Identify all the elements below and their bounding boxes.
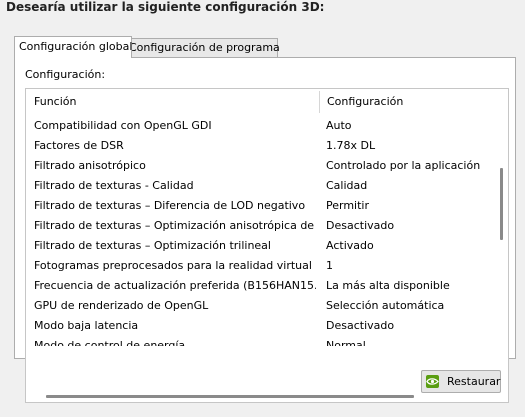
feature-name: Filtrado de texturas – Diferencia de LOD… [34, 199, 306, 212]
feature-name: Modo baja latencia [34, 319, 139, 332]
feature-value[interactable]: Auto [326, 116, 352, 136]
feature-name: Filtrado anisotrópico [34, 159, 146, 172]
feature-value[interactable]: Selección automática [326, 296, 444, 316]
list-item[interactable]: Frecuencia de actualización preferida (B… [26, 276, 496, 296]
list-item[interactable]: GPU de renderizado de OpenGL Selección au… [26, 296, 496, 316]
vertical-scrollbar[interactable] [496, 115, 508, 345]
list-rows: Compatibilidad con OpenGL GDI Auto Factor… [26, 116, 496, 346]
list-item[interactable]: Filtrado de texturas – Diferencia de LOD… [26, 196, 496, 216]
feature-value[interactable]: Desactivado [326, 216, 394, 236]
restore-button[interactable]: Restaurar [421, 370, 501, 393]
feature-name: Filtrado de texturas – Optimización tril… [34, 239, 271, 252]
page-heading: Desearía utilizar la siguiente configura… [6, 0, 325, 14]
nvidia-icon [426, 375, 439, 388]
list-item[interactable]: Filtrado de texturas – Optimización anis… [26, 216, 496, 236]
list-header: Función Configuración [26, 89, 496, 115]
feature-value[interactable]: La más alta disponible [326, 276, 450, 296]
settings-panel: Configuración: Función Configuración Com… [14, 57, 516, 403]
restore-label: Restaurar [447, 375, 501, 388]
horizontal-scroll-thumb[interactable] [46, 395, 414, 398]
feature-name: Filtrado de texturas – Optimización anis… [34, 219, 316, 232]
list-item[interactable]: Fotogramas preprocesados para la realida… [26, 256, 496, 276]
feature-name: GPU de renderizado de OpenGL [34, 299, 209, 312]
feature-value[interactable]: Normal [326, 336, 366, 346]
vertical-scroll-thumb[interactable] [500, 168, 503, 240]
column-header-setting[interactable]: Configuración [327, 89, 403, 115]
feature-value[interactable]: Calidad [326, 176, 367, 196]
list-item[interactable]: Factores de DSR 1.78x DL [26, 136, 496, 156]
feature-name: Filtrado de texturas - Calidad [34, 179, 194, 192]
column-divider[interactable] [319, 91, 320, 113]
list-item[interactable]: Compatibilidad con OpenGL GDI Auto [26, 116, 496, 136]
feature-name: Fotogramas preprocesados para la realida… [34, 259, 312, 272]
feature-value[interactable]: Permitir [326, 196, 369, 216]
list-item[interactable]: Filtrado de texturas – Optimización tril… [26, 236, 496, 256]
feature-name: Modo de control de energía [34, 339, 186, 346]
feature-name: Factores de DSR [34, 139, 124, 152]
column-header-function[interactable]: Función [34, 89, 76, 115]
list-item[interactable]: Modo baja latencia Desactivado [26, 316, 496, 336]
list-item[interactable]: Filtrado de texturas - Calidad Calidad [26, 176, 496, 196]
list-item[interactable]: Modo de control de energía Normal [26, 336, 496, 346]
nvidia-eye-icon [426, 378, 439, 385]
feature-value[interactable]: Desactivado [326, 316, 394, 336]
list-item[interactable]: Filtrado anisotrópico Controlado por la a… [26, 156, 496, 176]
feature-value[interactable]: 1 [326, 256, 333, 276]
tab-global-settings[interactable]: Configuración global [14, 36, 132, 58]
feature-name: Compatibilidad con OpenGL GDI [34, 119, 212, 132]
feature-name: Frecuencia de actualización preferida (B… [34, 279, 316, 292]
section-label: Configuración: [25, 68, 106, 81]
settings-list: Función Configuración Compatibilidad con… [25, 88, 509, 403]
feature-value[interactable]: Activado [326, 236, 374, 256]
feature-value[interactable]: 1.78x DL [326, 136, 375, 156]
feature-value[interactable]: Controlado por la aplicación [326, 156, 480, 176]
tab-program-settings[interactable]: Configuración de programa [124, 38, 280, 57]
